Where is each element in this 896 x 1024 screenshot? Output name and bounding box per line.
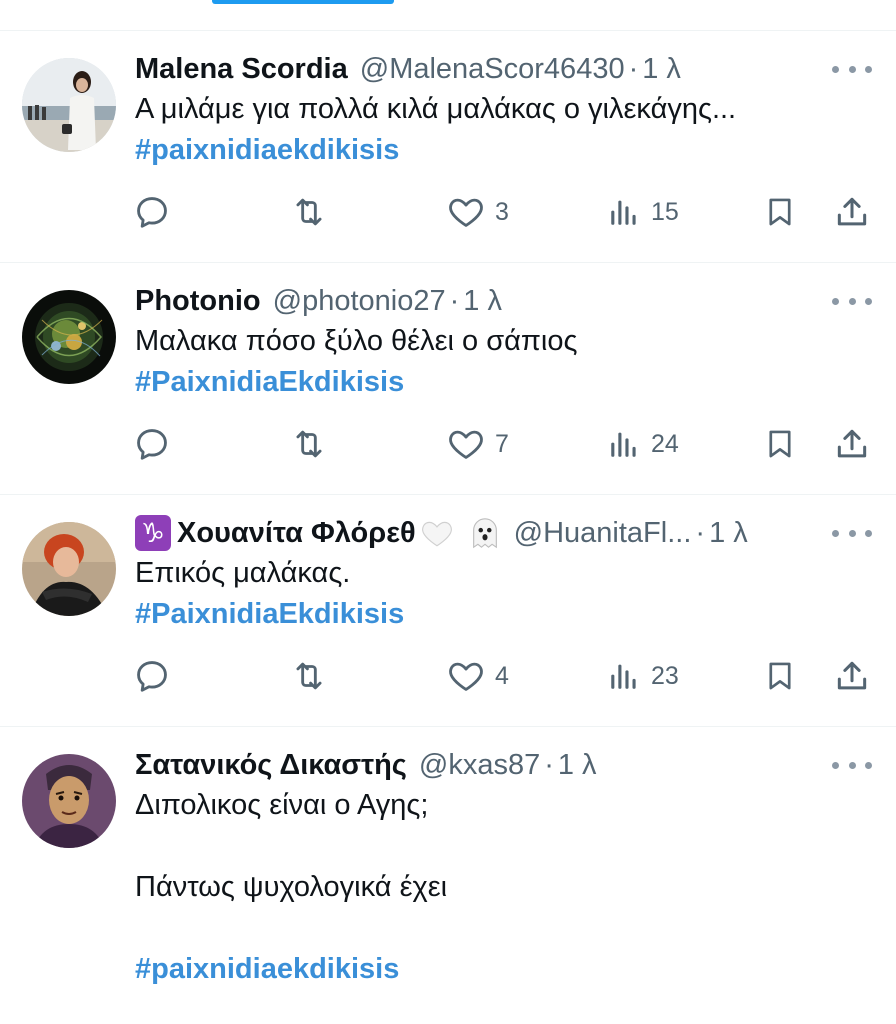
avatar[interactable] — [22, 522, 116, 616]
avatar[interactable] — [22, 754, 116, 848]
white-heart-emoji — [421, 521, 452, 547]
like-button[interactable]: 4 — [447, 654, 509, 698]
heart-icon — [447, 425, 485, 463]
tweet-actions: 4 23 — [133, 654, 873, 698]
user-handle[interactable]: @photonio27 — [273, 281, 446, 321]
display-name[interactable]: Photonio — [135, 281, 261, 321]
views-count: 24 — [651, 429, 679, 458]
more-icon[interactable] — [832, 521, 872, 545]
bookmark-icon — [763, 425, 797, 463]
tweet[interactable]: Σατανικός Δικαστής @kxas87 · 1 λ Διπολικ… — [0, 727, 896, 1024]
retweet-button[interactable] — [289, 422, 329, 466]
like-button[interactable]: 3 — [447, 190, 509, 234]
share-button[interactable] — [833, 654, 871, 698]
tab-bar-remnant — [0, 0, 896, 31]
views-button[interactable]: 15 — [607, 190, 679, 234]
share-icon — [833, 425, 871, 463]
retweet-icon — [289, 657, 329, 695]
timestamp[interactable]: 1 λ — [463, 281, 502, 321]
tweet-actions: 3 15 — [133, 190, 873, 234]
retweet-icon — [289, 425, 329, 463]
reply-button[interactable] — [133, 422, 171, 466]
separator-dot: · — [628, 53, 639, 85]
display-name[interactable]: Χουανίτα Φλόρεθ — [177, 513, 416, 553]
timestamp[interactable]: 1 λ — [709, 513, 748, 553]
like-count: 7 — [495, 429, 509, 458]
share-button[interactable] — [833, 190, 871, 234]
retweet-button[interactable] — [289, 190, 329, 234]
hashtag-link[interactable]: #PaixnidiaEkdikisis — [135, 362, 872, 403]
reply-icon — [133, 193, 171, 231]
display-name[interactable]: Σατανικός Δικαστής — [135, 745, 407, 785]
views-count: 23 — [651, 661, 679, 690]
views-button[interactable]: 23 — [607, 654, 679, 698]
reply-button[interactable] — [133, 190, 171, 234]
like-button[interactable]: 7 — [447, 422, 509, 466]
reply-icon — [133, 657, 171, 695]
more-icon[interactable] — [832, 57, 872, 81]
tweet-text: Επικός μαλάκας. — [135, 557, 351, 589]
timestamp[interactable]: 1 λ — [642, 49, 681, 89]
bookmark-icon — [763, 193, 797, 231]
views-count: 15 — [651, 197, 679, 226]
bookmark-button[interactable] — [763, 422, 797, 466]
display-name[interactable]: Malena Scordia — [135, 49, 348, 89]
avatar[interactable] — [22, 58, 116, 152]
like-count: 3 — [495, 197, 509, 226]
avatar[interactable] — [22, 290, 116, 384]
like-count: 4 — [495, 661, 509, 690]
tweet[interactable]: ♑ Χουανίτα Φλόρεθ @HuanitaFl... · 1 λ Επ… — [0, 495, 896, 727]
views-icon — [607, 193, 641, 231]
share-button[interactable] — [833, 422, 871, 466]
share-icon — [833, 193, 871, 231]
bookmark-button[interactable] — [763, 190, 797, 234]
separator-dot: · — [695, 517, 706, 549]
user-handle[interactable]: @kxas87 — [419, 745, 540, 785]
views-icon — [607, 657, 641, 695]
share-icon — [833, 657, 871, 695]
retweet-icon — [289, 193, 329, 231]
bookmark-button[interactable] — [763, 654, 797, 698]
tweet-text: Μαλακα πόσο ξύλο θέλει ο σάπιος — [135, 325, 578, 357]
reply-icon — [133, 425, 171, 463]
active-tab-indicator — [212, 0, 394, 4]
more-icon[interactable] — [832, 289, 872, 313]
retweet-button[interactable] — [289, 654, 329, 698]
user-handle[interactable]: @HuanitaFl... — [514, 513, 692, 553]
more-icon[interactable] — [832, 753, 872, 777]
tweet-text: Α μιλάμε για πολλά κιλά μαλάκας ο γιλεκά… — [135, 93, 737, 125]
user-handle[interactable]: @MalenaScor46430 — [360, 49, 625, 89]
views-icon — [607, 425, 641, 463]
heart-icon — [447, 193, 485, 231]
tweet-actions: 7 24 — [133, 422, 873, 466]
separator-dot: · — [449, 285, 460, 317]
tweet-text-line-1: Διπολικος είναι ο Αγης; — [135, 789, 429, 821]
separator-dot: · — [544, 749, 554, 781]
tweet[interactable]: Malena Scordia @MalenaScor46430 · 1 λ Α … — [0, 31, 896, 263]
timestamp[interactable]: 1 λ — [558, 745, 597, 785]
hashtag-link[interactable]: #paixnidiaekdikisis — [135, 949, 872, 990]
tweet[interactable]: Photonio @photonio27 · 1 λ Μαλακα πόσο ξ… — [0, 263, 896, 495]
ghost-emoji — [472, 518, 497, 549]
hashtag-link[interactable]: #paixnidiaekdikisis — [135, 130, 872, 171]
tweet-text-line-2: Πάντως ψυχολογικά έχει — [135, 871, 448, 903]
heart-icon — [447, 657, 485, 695]
reply-button[interactable] — [133, 654, 171, 698]
capricorn-emoji: ♑ — [135, 515, 171, 551]
bookmark-icon — [763, 657, 797, 695]
views-button[interactable]: 24 — [607, 422, 679, 466]
hashtag-link[interactable]: #PaixnidiaEkdikisis — [135, 594, 872, 635]
